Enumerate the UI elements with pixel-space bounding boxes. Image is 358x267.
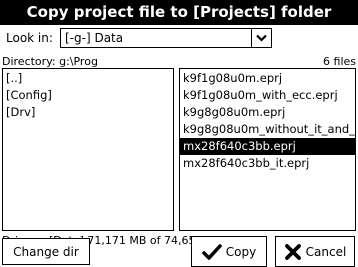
change-dir-label: Change dir <box>13 244 79 259</box>
look-in-dropdown[interactable]: [-g-] Data <box>60 28 272 48</box>
file-list[interactable]: k9f1g08u0m.eprj k9f1g08u0m_with_ecc.eprj… <box>179 68 356 231</box>
directory-item-config[interactable]: [Config] <box>3 87 173 104</box>
copy-label: Copy <box>225 244 257 259</box>
window-title: Copy project file to [Projects] folder <box>0 0 358 25</box>
copy-button[interactable]: Copy <box>191 236 267 267</box>
file-item[interactable]: k9g8g08u0m.eprj <box>180 104 355 121</box>
file-item[interactable]: k9f1g08u0m.eprj <box>180 70 355 87</box>
directory-item-drv[interactable]: [Drv] <box>3 104 173 121</box>
cancel-button[interactable]: Cancel <box>275 236 355 267</box>
cancel-label: Cancel <box>305 244 347 259</box>
file-item[interactable]: mx28f640c3bb_it.eprj <box>180 155 355 172</box>
dropdown-button[interactable] <box>251 29 271 47</box>
file-count: 6 files <box>323 55 356 68</box>
directory-path: Directory: g:\Prog <box>2 55 98 68</box>
file-item-selected[interactable]: mx28f640c3bb.eprj <box>180 138 355 155</box>
file-item[interactable]: k9g8g08u0m_without_it_and_id.eprj <box>180 121 355 138</box>
directory-item-parent[interactable]: [..] <box>3 70 173 87</box>
chevron-down-icon <box>256 34 267 42</box>
x-icon <box>284 243 301 260</box>
look-in-label: Look in: <box>6 31 53 45</box>
change-dir-button[interactable]: Change dir <box>2 238 90 265</box>
directory-list[interactable]: [..] [Config] [Drv] <box>2 68 174 231</box>
checkmark-icon <box>202 243 222 260</box>
file-item[interactable]: k9f1g08u0m_with_ecc.eprj <box>180 87 355 104</box>
look-in-value: [-g-] Data <box>65 31 124 45</box>
